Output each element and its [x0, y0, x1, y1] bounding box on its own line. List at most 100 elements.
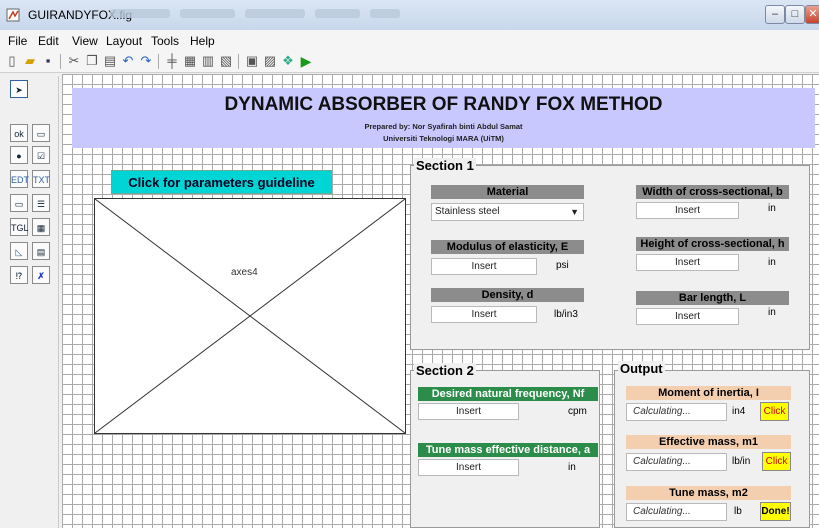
radio-button-icon[interactable]: ● — [10, 146, 28, 164]
checkbox-icon[interactable]: ☑ — [32, 146, 50, 164]
activex-control-icon[interactable]: ✗ — [32, 266, 50, 284]
density-unit: lb/in3 — [554, 309, 578, 320]
push-button-icon[interactable]: ok — [10, 124, 28, 142]
height-label: Height of cross-sectional, h — [636, 237, 789, 251]
material-select[interactable]: Stainless steel ▼ — [431, 203, 584, 221]
toggle-button-icon[interactable]: TGL — [10, 218, 29, 236]
inertia-label: Moment of inertia, I — [626, 386, 791, 400]
toolbar-editor-icon[interactable]: ▧ — [218, 53, 234, 69]
save-icon[interactable]: ▪ — [40, 53, 56, 69]
cut-icon[interactable]: ✂ — [66, 53, 82, 69]
frequency-input[interactable]: Insert — [418, 403, 519, 420]
object-browser-icon[interactable]: ❖ — [280, 53, 296, 69]
run-icon[interactable]: ▶ — [298, 53, 314, 69]
section2-title: Section 2 — [414, 363, 476, 378]
blurred-title-segment — [110, 9, 170, 18]
chevron-down-icon: ▼ — [570, 207, 579, 217]
university-text: Universiti Teknologi MARA (UiTM) — [383, 134, 504, 143]
listbox-icon[interactable]: ☰ — [32, 194, 50, 212]
panel-icon[interactable]: ▤ — [32, 242, 50, 260]
page-title: DYNAMIC ABSORBER OF RANDY FOX METHOD — [224, 94, 663, 115]
new-file-icon[interactable]: ▯ — [4, 53, 20, 69]
property-inspector-icon[interactable]: ▨ — [262, 53, 278, 69]
m1-label: Effective mass, m1 — [626, 435, 791, 449]
button-group-icon[interactable]: ⁉ — [10, 266, 28, 284]
editor-icon[interactable]: ▣ — [244, 53, 260, 69]
distance-input[interactable]: Insert — [418, 459, 519, 476]
material-label: Material — [431, 185, 584, 199]
component-palette: ➤ ok ▭ ● ☑ EDT TXT ▭ ☰ TGL ▦ ◺ ▤ ⁉ ✗ — [4, 76, 59, 528]
header-banner: DYNAMIC ABSORBER OF RANDY FOX METHOD Pre… — [72, 88, 815, 148]
close-button[interactable]: ✕ — [805, 5, 819, 24]
length-input[interactable]: Insert — [636, 308, 739, 325]
frequency-label: Desired natural frequency, Nf — [418, 387, 598, 401]
section1-title: Section 1 — [414, 158, 476, 173]
table-icon[interactable]: ▦ — [32, 218, 50, 236]
undo-icon[interactable]: ↶ — [120, 53, 136, 69]
height-unit: in — [768, 257, 776, 268]
maximize-button[interactable]: □ — [785, 5, 805, 24]
inertia-unit: in4 — [732, 406, 746, 417]
menu-bar: File Edit View Layout Tools Help — [0, 30, 819, 50]
modulus-unit: psi — [556, 260, 569, 271]
axes-cross-lines — [95, 199, 405, 433]
menu-tools[interactable]: Tools — [151, 34, 179, 48]
axes-label: axes4 — [231, 267, 258, 278]
m1-unit: lb/in — [732, 456, 751, 467]
blurred-title-segment — [180, 9, 235, 18]
prepared-by-text: Prepared by: Nor Syafirah binti Abdul Sa… — [364, 122, 523, 131]
length-label: Bar length, L — [636, 291, 789, 305]
minimize-button[interactable]: – — [765, 5, 785, 24]
m2-output: Calculating... — [626, 503, 727, 521]
blurred-title-segment — [370, 9, 400, 18]
distance-label: Tune mass effective distance, a — [418, 443, 598, 457]
title-bar: GUIRANDYFOX.fig – □ ✕ — [0, 0, 819, 31]
width-input[interactable]: Insert — [636, 202, 739, 219]
m1-click-button[interactable]: Click — [762, 452, 791, 471]
axes-placeholder[interactable]: axes4 — [94, 198, 406, 434]
edit-text-icon[interactable]: EDT — [10, 170, 29, 188]
menu-help[interactable]: Help — [190, 34, 215, 48]
copy-icon[interactable]: ❐ — [84, 53, 100, 69]
paste-icon[interactable]: ▤ — [102, 53, 118, 69]
menu-view[interactable]: View — [72, 34, 98, 48]
blurred-title-segment — [315, 9, 360, 18]
distance-unit: in — [568, 462, 576, 473]
toolbar-separator — [60, 54, 61, 69]
length-unit: in — [768, 307, 776, 318]
slider-icon[interactable]: ▭ — [32, 124, 50, 142]
popup-menu-icon[interactable]: ▭ — [10, 194, 28, 212]
matlab-fig-icon — [6, 8, 20, 22]
redo-icon[interactable]: ↷ — [138, 53, 154, 69]
axes-icon[interactable]: ◺ — [10, 242, 28, 260]
inertia-output: Calculating... — [626, 403, 727, 421]
parameters-guideline-button[interactable]: Click for parameters guideline — [111, 170, 332, 194]
menu-editor-icon[interactable]: ▦ — [182, 53, 198, 69]
select-pointer-icon[interactable]: ➤ — [10, 80, 28, 98]
m2-label: Tune mass, m2 — [626, 486, 791, 500]
m2-done-button[interactable]: Done! — [760, 502, 791, 521]
menu-layout[interactable]: Layout — [106, 34, 142, 48]
inertia-click-button[interactable]: Click — [760, 402, 789, 421]
modulus-input[interactable]: Insert — [431, 258, 537, 275]
toolbar-separator — [158, 54, 159, 69]
material-value: Stainless steel — [435, 206, 500, 217]
static-text-icon[interactable]: TXT — [32, 170, 50, 188]
align-icon[interactable]: ╪ — [164, 53, 180, 69]
density-input[interactable]: Insert — [431, 306, 537, 323]
output-title: Output — [618, 361, 665, 376]
blurred-title-segment — [245, 9, 305, 18]
density-label: Density, d — [431, 288, 584, 302]
m1-output: Calculating... — [626, 453, 727, 471]
menu-edit[interactable]: Edit — [38, 34, 59, 48]
frequency-unit: cpm — [568, 406, 587, 417]
m2-unit: lb — [734, 506, 742, 517]
modulus-label: Modulus of elasticity, E — [431, 240, 584, 254]
height-input[interactable]: Insert — [636, 254, 739, 271]
menu-file[interactable]: File — [8, 34, 27, 48]
tab-order-icon[interactable]: ▥ — [200, 53, 216, 69]
toolbar: ▯ ▰ ▪ ✂ ❐ ▤ ↶ ↷ ╪ ▦ ▥ ▧ ▣ ▨ ❖ ▶ — [0, 50, 819, 73]
toolbar-separator — [238, 54, 239, 69]
open-folder-icon[interactable]: ▰ — [22, 53, 38, 69]
width-unit: in — [768, 203, 776, 214]
